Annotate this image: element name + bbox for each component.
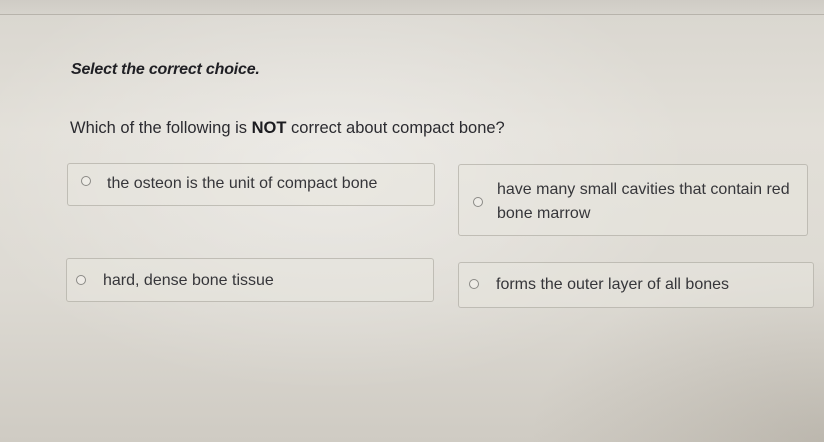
instruction-text: Select the correct choice. [71,61,260,78]
question-emphasis: NOT [251,119,287,137]
page-top-edge [0,0,824,15]
radio-button-2[interactable] [473,197,483,207]
radio-button-1[interactable] [81,176,91,186]
choice-label-1: the osteon is the unit of compact bone [107,175,378,192]
choice-option-2[interactable]: have many small cavities that contain re… [458,164,808,236]
choice-option-4[interactable]: forms the outer layer of all bones [458,262,814,308]
question-suffix: correct about compact bone? [286,119,505,137]
choice-label-2: have many small cavities that contain re… [497,181,790,222]
question-prefix: Which of the following is [70,119,252,137]
choice-label-3: hard, dense bone tissue [103,272,274,289]
question-text: Which of the following is NOT correct ab… [70,119,505,138]
choice-option-3[interactable]: hard, dense bone tissue [66,258,434,302]
radio-button-3[interactable] [76,275,86,285]
radio-button-4[interactable] [469,279,479,289]
choice-label-4: forms the outer layer of all bones [496,276,730,293]
choice-option-1[interactable]: the osteon is the unit of compact bone [67,163,435,206]
